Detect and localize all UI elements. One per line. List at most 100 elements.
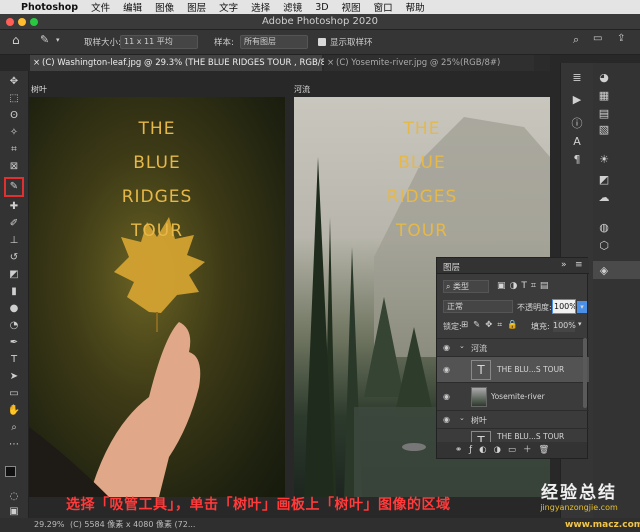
panel-menu-icon[interactable]: ≡ — [575, 260, 583, 270]
path-select-icon[interactable]: ➤ — [7, 370, 21, 383]
tab-yosemite-river[interactable]: × (C) Yosemite-river.jpg @ 25%(RGB/8#) — [324, 55, 534, 71]
blur-tool-icon[interactable]: ● — [7, 302, 21, 315]
history-panel-icon[interactable]: ≣ — [570, 71, 584, 84]
foreground-color-swatch[interactable] — [5, 466, 16, 477]
stamp-tool-icon[interactable]: ⊥ — [7, 234, 21, 247]
history-brush-icon[interactable]: ↺ — [7, 251, 21, 264]
tab-close-icon[interactable]: × — [33, 55, 40, 71]
layer-row-text[interactable]: ◉ T THE BLU...S TOUR — [437, 356, 589, 382]
quick-mask-icon[interactable]: ◌ — [7, 490, 21, 503]
menu-help[interactable]: 帮助 — [406, 0, 425, 14]
channels-panel-icon[interactable]: ◍ — [597, 221, 611, 234]
layer-row-text-2[interactable]: T THE BLU...S TOUR — [437, 428, 589, 442]
opacity-dropdown-icon[interactable]: ▾ — [577, 301, 587, 313]
eyedropper-tool-icon[interactable]: ✎ — [4, 177, 24, 197]
chevron-down-icon[interactable]: ⌄ — [459, 342, 465, 350]
collapse-panel-icon[interactable]: » — [561, 260, 567, 270]
healing-brush-icon[interactable]: ✚ — [7, 200, 21, 213]
lock-icons[interactable]: ⊞✎✥⌗🔒 — [461, 320, 523, 330]
brush-tool-icon[interactable]: ✐ — [7, 217, 21, 230]
tab-close-icon[interactable]: × — [327, 55, 334, 71]
visibility-eye-icon[interactable]: ◉ — [443, 415, 450, 424]
swatches-panel-icon[interactable]: ▦ — [597, 89, 611, 102]
dodge-tool-icon[interactable]: ◔ — [7, 319, 21, 332]
menu-view[interactable]: 视图 — [342, 0, 361, 14]
close-window-icon[interactable] — [6, 18, 14, 26]
menu-3d[interactable]: 3D — [315, 2, 328, 13]
sample-size-select[interactable]: 11 x 11 平均 — [120, 35, 198, 49]
menu-type[interactable]: 文字 — [219, 0, 238, 14]
watermark-title: 经验总结 — [541, 483, 617, 503]
libraries-panel-icon[interactable]: ☁ — [597, 191, 611, 204]
crop-tool-icon[interactable]: ⌗ — [7, 143, 21, 156]
zoom-level[interactable]: 29.29% — [34, 518, 65, 532]
chevron-down-icon[interactable]: ⌄ — [459, 414, 465, 422]
actions-panel-icon[interactable]: ▶ — [570, 93, 584, 106]
marquee-tool-icon[interactable]: ⬚ — [7, 92, 21, 105]
opacity-input[interactable]: 100% — [552, 299, 577, 314]
menu-select[interactable]: 选择 — [251, 0, 270, 14]
artboard-leaf[interactable]: THE BLUE RIDGES TOUR — [29, 97, 285, 497]
rectangle-tool-icon[interactable]: ▭ — [7, 387, 21, 400]
eraser-tool-icon[interactable]: ◩ — [7, 268, 21, 281]
type-tool-icon[interactable]: T — [7, 353, 21, 366]
filter-kind-value: 类型 — [453, 282, 470, 291]
character-panel-icon[interactable]: A — [570, 135, 584, 148]
adjustments-panel-icon[interactable]: ☀ — [597, 153, 611, 166]
pen-tool-icon[interactable]: ✒ — [7, 336, 21, 349]
tab-washington-leaf[interactable]: × (C) Washington-leaf.jpg @ 29.3% (THE B… — [30, 55, 343, 71]
layer-row-image[interactable]: ◉ Yosemite-river — [437, 382, 589, 410]
gradients-panel-icon[interactable]: ▤ — [597, 107, 611, 120]
menu-edit[interactable]: 编辑 — [123, 0, 142, 14]
properties-panel-icon[interactable]: ◩ — [597, 173, 611, 186]
screen-mode-icon[interactable]: ▣ — [7, 505, 21, 518]
fill-input[interactable]: 100% — [553, 320, 576, 332]
layer-group-river[interactable]: ◉ ⌄ 河流 — [437, 338, 589, 356]
workspace-icon[interactable]: ▭ — [593, 33, 602, 44]
blend-mode-select[interactable]: 正常 — [443, 300, 513, 313]
menu-window[interactable]: 窗口 — [374, 0, 393, 14]
menu-layer[interactable]: 图层 — [187, 0, 206, 14]
gradient-tool-icon[interactable]: ▮ — [7, 285, 21, 298]
window-titlebar: Adobe Photoshop 2020 — [0, 14, 640, 30]
frame-tool-icon[interactable]: ⊠ — [7, 160, 21, 173]
move-tool-icon[interactable]: ✥ — [7, 75, 21, 88]
artboard-label-leaf[interactable]: 树叶 — [31, 84, 47, 95]
search-icon[interactable]: ⌕ — [573, 33, 579, 47]
document-info[interactable]: (C) 5584 像素 x 4080 像素 (72... — [70, 518, 195, 532]
layers-scrollbar[interactable] — [583, 338, 587, 408]
visibility-eye-icon[interactable]: ◉ — [443, 365, 450, 374]
hand-tool-icon[interactable]: ✋ — [7, 404, 21, 417]
menu-app-name[interactable]: Photoshop — [21, 2, 78, 13]
eyedropper-preset-icon[interactable]: ✎ — [40, 33, 49, 46]
paragraph-panel-icon[interactable]: ¶ — [570, 153, 584, 166]
menu-image[interactable]: 图像 — [155, 0, 174, 14]
share-icon[interactable]: ⇪ — [617, 33, 625, 44]
show-ring-checkbox[interactable] — [318, 38, 326, 46]
sample-select[interactable]: 所有图层 — [240, 35, 308, 49]
fill-dropdown-icon[interactable]: ▾ — [578, 320, 582, 328]
lasso-tool-icon[interactable]: ʘ — [7, 109, 21, 122]
minimize-window-icon[interactable] — [18, 18, 26, 26]
layers-footer-icons[interactable]: ⚭ƒ◐◑▭＋🗑 — [437, 442, 587, 458]
paths-panel-icon[interactable]: ⬡ — [597, 239, 611, 252]
more-tools-icon[interactable]: ⋯ — [7, 438, 21, 451]
home-icon[interactable]: ⌂ — [12, 33, 20, 47]
patterns-panel-icon[interactable]: ▧ — [597, 123, 611, 136]
info-panel-icon[interactable]: ⓘ — [570, 115, 584, 131]
chevron-down-icon[interactable]: ▾ — [56, 36, 60, 44]
layer-group-leaf[interactable]: ◉ ⌄ 树叶 — [437, 410, 589, 428]
color-panel-icon[interactable]: ◕ — [597, 71, 611, 84]
filter-icons[interactable]: ▣◑T⌗▤ — [497, 281, 552, 291]
visibility-eye-icon[interactable]: ◉ — [443, 343, 450, 352]
zoom-window-icon[interactable] — [30, 18, 38, 26]
zoom-tool-icon[interactable]: ⌕ — [7, 421, 21, 434]
layers-panel-title[interactable]: 图层 — [443, 261, 460, 273]
menu-file[interactable]: 文件 — [91, 0, 110, 14]
layers-panel-tab[interactable]: ◈ — [593, 261, 640, 279]
artboard-label-river[interactable]: 河流 — [294, 84, 310, 95]
filter-kind-select[interactable]: ⌕ 类型 — [443, 280, 489, 293]
quick-select-tool-icon[interactable]: ✧ — [7, 126, 21, 139]
visibility-eye-icon[interactable]: ◉ — [443, 392, 450, 401]
menu-filter[interactable]: 滤镜 — [283, 0, 302, 14]
